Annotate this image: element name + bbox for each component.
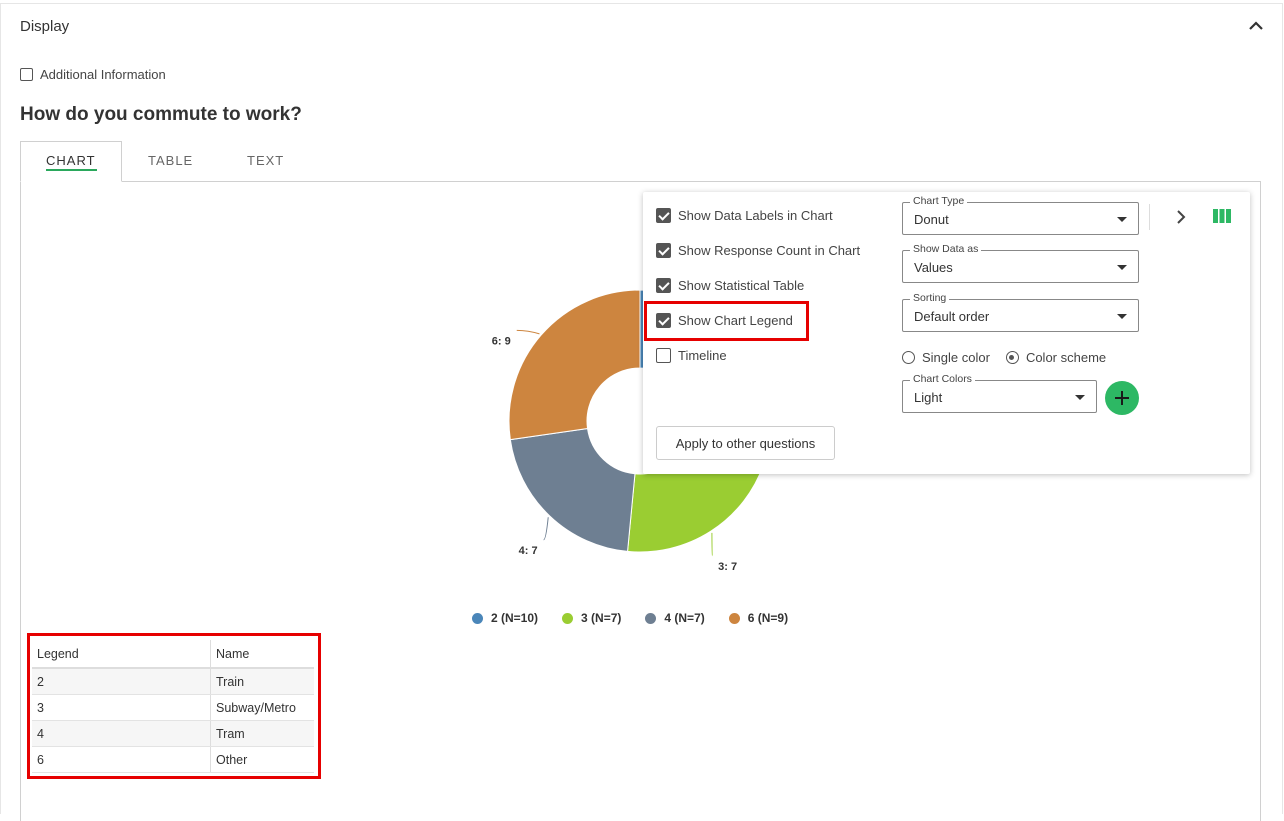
show-data-as-label: Show Data as (910, 243, 981, 255)
dropdown-arrow-icon (1117, 217, 1127, 222)
checkbox-icon[interactable] (656, 348, 671, 363)
legend-dot-icon (729, 613, 740, 624)
dropdown-arrow-icon (1075, 395, 1085, 400)
donut-slice-6[interactable] (509, 290, 640, 440)
toolbar-divider (1149, 204, 1150, 230)
plus-icon (1114, 390, 1130, 406)
option-label: Timeline (678, 348, 727, 363)
add-color-button[interactable] (1105, 381, 1139, 415)
option-label: Show Statistical Table (678, 278, 804, 293)
legend-item[interactable]: 3 (N=7) (562, 611, 621, 625)
data-label: 3: 7 (718, 561, 737, 573)
data-label-connector (517, 330, 540, 334)
checkbox-checked-icon[interactable] (656, 243, 671, 258)
single-color-radio[interactable] (902, 351, 915, 364)
legend-item[interactable]: 4 (N=7) (645, 611, 704, 625)
chart-type-value: Donut (914, 212, 949, 227)
legend-dot-icon (645, 613, 656, 624)
legend-label: 3 (N=7) (581, 611, 621, 625)
legend-label: 4 (N=7) (664, 611, 704, 625)
sorting-label: Sorting (910, 292, 949, 304)
option-label: Show Data Labels in Chart (678, 208, 833, 223)
show-statistical-table-option[interactable]: Show Statistical Table (656, 278, 804, 293)
chevron-right-icon[interactable] (1173, 209, 1189, 225)
chart-legend: 2 (N=10) 3 (N=7) 4 (N=7) 6 (N=9) (472, 611, 812, 625)
chart-type-select[interactable]: Chart Type Donut (902, 202, 1139, 235)
legend-label: 2 (N=10) (491, 611, 538, 625)
checkbox-checked-icon[interactable] (656, 208, 671, 223)
single-color-label: Single color (922, 350, 990, 365)
show-data-as-select[interactable]: Show Data as Values (902, 250, 1139, 283)
option-label: Show Response Count in Chart (678, 243, 860, 258)
chart-colors-select[interactable]: Chart Colors Light (902, 380, 1097, 413)
sorting-value: Default order (914, 309, 989, 324)
legend-label: 6 (N=9) (748, 611, 788, 625)
data-label: 4: 7 (519, 545, 538, 557)
data-label-connector (544, 517, 549, 540)
dropdown-arrow-icon (1117, 314, 1127, 319)
chart-settings-popover: Show Data Labels in Chart Show Response … (643, 192, 1250, 474)
donut-slice-4[interactable] (510, 429, 635, 552)
chart-type-label: Chart Type (910, 195, 967, 207)
show-response-count-option[interactable]: Show Response Count in Chart (656, 243, 860, 258)
timeline-option[interactable]: Timeline (656, 348, 727, 363)
dropdown-arrow-icon (1117, 265, 1127, 270)
color-mode-radio-group: Single color Color scheme (902, 350, 1106, 365)
apply-to-other-questions-button[interactable]: Apply to other questions (656, 426, 835, 460)
show-data-labels-option[interactable]: Show Data Labels in Chart (656, 208, 833, 223)
chart-colors-value: Light (914, 390, 942, 405)
color-scheme-label: Color scheme (1026, 350, 1106, 365)
sorting-select[interactable]: Sorting Default order (902, 299, 1139, 332)
data-label: 6: 9 (492, 335, 511, 347)
legend-item[interactable]: 2 (N=10) (472, 611, 538, 625)
color-scheme-radio[interactable] (1006, 351, 1019, 364)
highlight-box-legend-option (644, 301, 809, 341)
legend-dot-icon (562, 613, 573, 624)
highlight-box-table (27, 633, 321, 779)
columns-icon[interactable] (1213, 208, 1231, 224)
checkbox-checked-icon[interactable] (656, 278, 671, 293)
chart-colors-label: Chart Colors (910, 373, 975, 385)
legend-dot-icon (472, 613, 483, 624)
show-data-as-value: Values (914, 260, 953, 275)
legend-item[interactable]: 6 (N=9) (729, 611, 788, 625)
